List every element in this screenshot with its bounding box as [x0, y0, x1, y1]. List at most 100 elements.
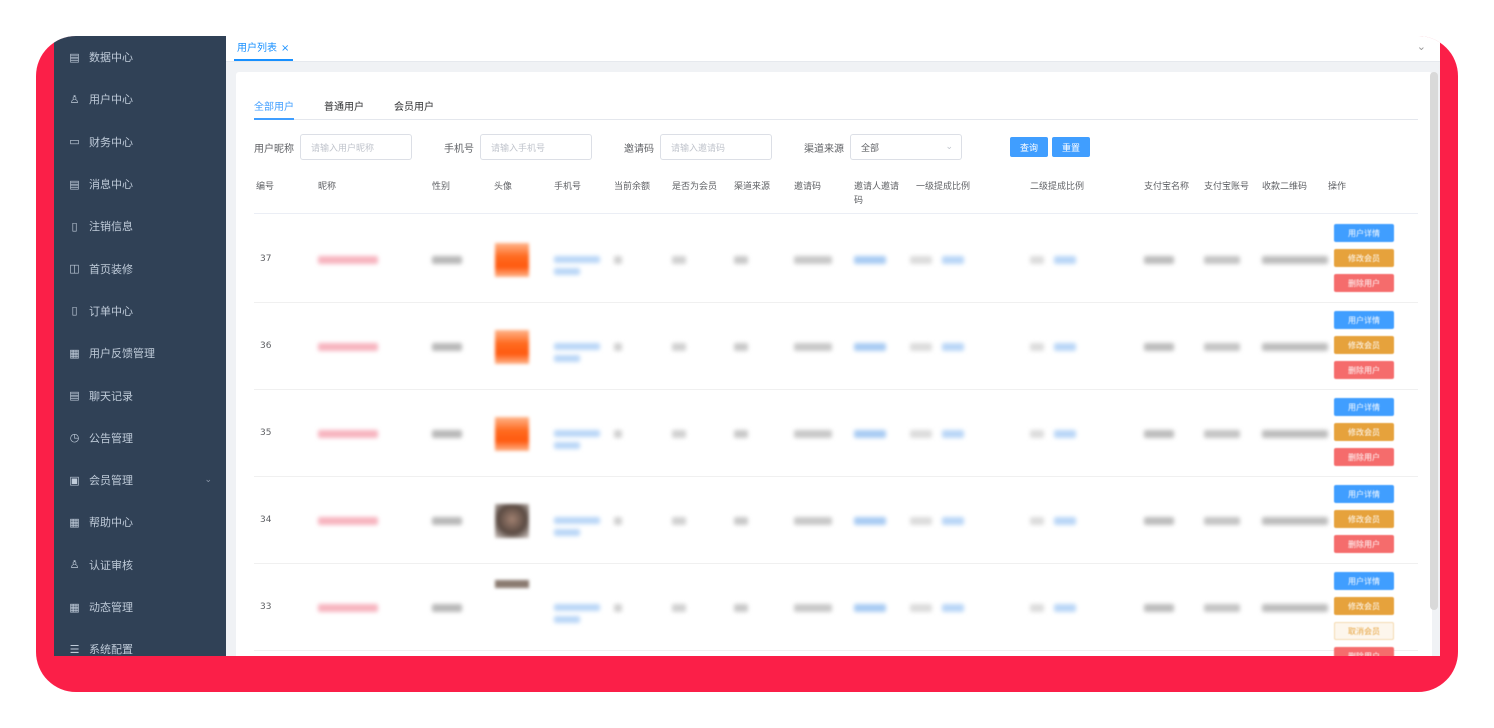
sidebar-item-label: 数据中心 — [89, 51, 133, 65]
column-header: 操作 — [1328, 182, 1347, 192]
redacted-cell — [318, 256, 378, 264]
action-button[interactable]: 删除用户 — [1334, 274, 1394, 292]
redacted-cell — [554, 616, 580, 623]
action-button[interactable]: 用户详情 — [1334, 485, 1394, 503]
redacted-cell — [1030, 517, 1044, 525]
channel-select[interactable]: 全部 ⌄ — [850, 134, 962, 160]
row-actions: 用户详情修改会员删除用户 — [1334, 485, 1394, 560]
tab-all-users[interactable]: 全部用户 — [254, 96, 294, 120]
action-button[interactable]: 修改会员 — [1334, 336, 1394, 354]
sidebar-item[interactable]: ◫ 首页装修 — [54, 247, 226, 289]
redacted-cell — [554, 517, 600, 524]
redacted-cell — [794, 256, 832, 264]
redacted-cell — [1262, 430, 1328, 438]
sidebar-item-label: 用户中心 — [89, 93, 133, 107]
sidebar-item-label: 系统配置 — [89, 643, 133, 656]
redacted-cell — [942, 430, 964, 438]
chevron-down-icon[interactable]: ⌄ — [1417, 40, 1426, 53]
reset-button[interactable]: 重置 — [1052, 137, 1091, 157]
sidebar-item[interactable]: ▤ 数据中心 — [54, 36, 226, 78]
column-header: 一级提成比例 — [916, 182, 971, 192]
sidebar-item-label: 动态管理 — [89, 601, 133, 614]
redacted-cell — [554, 343, 600, 350]
redacted-cell — [318, 430, 378, 438]
sidebar-item[interactable]: ▦ 帮助中心 — [54, 501, 226, 543]
table-row: 34 用户详情 修改会员 删除用户 — [254, 477, 1418, 564]
redacted-cell — [910, 430, 932, 438]
sidebar-item[interactable]: ▦ 动态管理 — [54, 586, 226, 628]
redacted-cell — [1204, 517, 1240, 525]
chevron-down-icon: ⌄ — [945, 142, 953, 152]
filter-bar: 用户昵称 请输入用户昵称 手机号 请输入手机号 邀请码 请输入邀请码 渠道来源 … — [254, 134, 1418, 160]
sidebar-item[interactable]: ♙ 认证审核 — [54, 544, 226, 586]
box-icon: ◫ — [69, 262, 80, 276]
sidebar-item[interactable]: ♙ 用户中心 — [54, 78, 226, 120]
action-button[interactable]: 删除用户 — [1334, 647, 1394, 656]
invite-code-input[interactable]: 请输入邀请码 — [660, 134, 772, 160]
phone-input[interactable]: 请输入手机号 — [480, 134, 592, 160]
table-row: 33 用户详情 修改会员 取消会员 删除用户 — [254, 564, 1418, 656]
sidebar: ▤ 数据中心 ♙ 用户中心 ▭ 财务中心 ▤ 消息中心 ▯ 注销信息 ◫ 首页装修 ▯ 订单中心 ▦ 用户反馈… — [54, 36, 226, 656]
action-button[interactable]: 用户详情 — [1334, 398, 1394, 416]
redacted-cell — [1144, 517, 1174, 525]
sidebar-item[interactable]: ▦ 用户反馈管理 — [54, 332, 226, 374]
column-header: 性别 — [432, 182, 451, 192]
action-button[interactable]: 删除用户 — [1334, 448, 1394, 466]
action-button[interactable]: 取消会员 — [1334, 622, 1394, 640]
sidebar-item[interactable]: ▯ 注销信息 — [54, 205, 226, 247]
tag-user-list[interactable]: 用户列表 × — [234, 39, 294, 61]
action-button[interactable]: 修改会员 — [1334, 510, 1394, 528]
sidebar-item[interactable]: ▤ 消息中心 — [54, 163, 226, 205]
content-card: 全部用户 普通用户 会员用户 用户昵称 请输入用户昵称 手机号 请输入手机号 邀… — [236, 72, 1432, 656]
document-icon: ▤ — [69, 50, 80, 64]
column-header: 头像 — [494, 182, 513, 192]
redacted-cell — [734, 604, 748, 612]
sidebar-item[interactable]: ▣ 会员管理 ⌄ — [54, 459, 226, 501]
redacted-cell — [1262, 256, 1328, 264]
sidebar-item[interactable]: ▤ 聊天记录 — [54, 374, 226, 416]
redacted-cell — [432, 604, 462, 612]
table-row: 36 用户详情 修改会员 删除用户 — [254, 303, 1418, 390]
sidebar-item[interactable]: ◷ 公告管理 — [54, 417, 226, 459]
column-header: 支付宝账号 — [1204, 182, 1250, 192]
tab-normal-users[interactable]: 普通用户 — [324, 96, 364, 119]
search-button[interactable]: 查询 — [1010, 137, 1049, 157]
tags-bar: 用户列表 × ⌄ — [226, 36, 1440, 62]
row-actions: 用户详情修改会员删除用户 — [1334, 311, 1394, 386]
action-button[interactable]: 修改会员 — [1334, 249, 1394, 267]
sidebar-item[interactable]: ▯ 订单中心 — [54, 290, 226, 332]
redacted-cell — [432, 430, 462, 438]
nickname-input[interactable]: 请输入用户昵称 — [300, 134, 412, 160]
member-icon: ▣ — [69, 473, 80, 487]
action-button[interactable]: 用户详情 — [1334, 224, 1394, 242]
redacted-cell — [910, 604, 932, 612]
channel-label: 渠道来源 — [804, 143, 844, 155]
close-icon[interactable]: × — [281, 43, 289, 54]
action-button[interactable]: 删除用户 — [1334, 535, 1394, 553]
redacted-cell — [554, 529, 580, 536]
avatar — [495, 417, 529, 451]
clipboard-icon: ▯ — [71, 219, 78, 233]
redacted-cell — [942, 343, 964, 351]
vertical-scrollbar[interactable] — [1430, 72, 1438, 610]
sidebar-item[interactable]: ▭ 财务中心 — [54, 121, 226, 163]
tab-member-users[interactable]: 会员用户 — [394, 96, 434, 119]
action-button[interactable]: 修改会员 — [1334, 423, 1394, 441]
action-button[interactable]: 用户详情 — [1334, 311, 1394, 329]
action-button[interactable]: 修改会员 — [1334, 597, 1394, 615]
redacted-cell — [794, 430, 832, 438]
row-actions: 用户详情修改会员取消会员删除用户 — [1334, 572, 1394, 656]
row-id: 37 — [260, 254, 272, 264]
row-actions: 用户详情修改会员删除用户 — [1334, 224, 1394, 299]
redacted-cell — [734, 343, 748, 351]
column-header: 收款二维码 — [1262, 182, 1308, 192]
redacted-cell — [854, 256, 886, 264]
action-button[interactable]: 删除用户 — [1334, 361, 1394, 379]
redacted-cell — [1144, 256, 1174, 264]
sidebar-item-label: 认证审核 — [89, 558, 133, 572]
action-button[interactable]: 用户详情 — [1334, 572, 1394, 590]
redacted-cell — [318, 517, 378, 525]
sidebar-item-label: 财务中心 — [89, 135, 133, 149]
redacted-cell — [854, 343, 886, 351]
sidebar-item[interactable]: ☰ 系统配置 — [54, 628, 226, 656]
